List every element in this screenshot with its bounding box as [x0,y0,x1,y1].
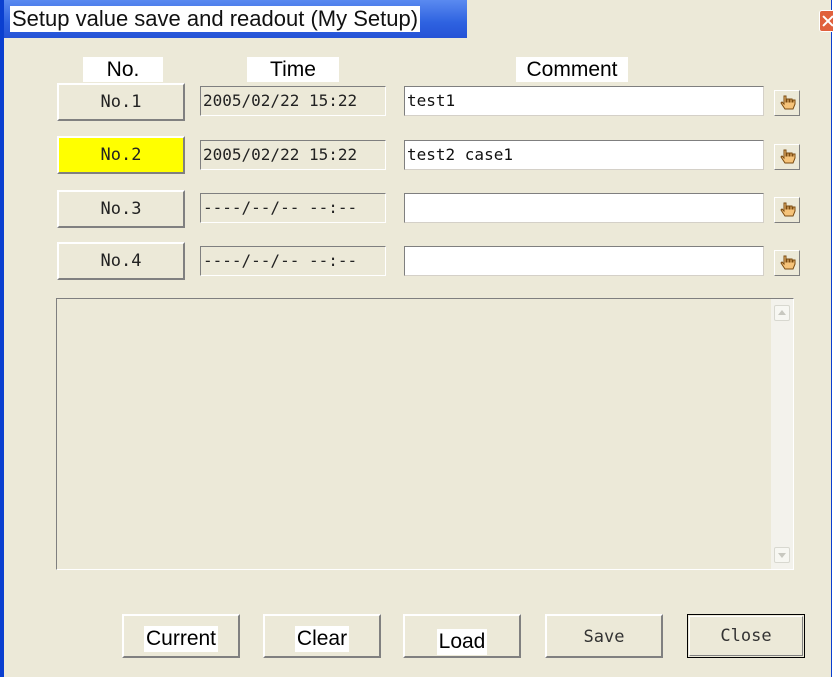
window-title: Setup value save and readout (My Setup) [10,6,421,32]
slot-edit-button-3[interactable] [774,197,800,223]
slot-comment-input-1[interactable]: test1 [404,86,764,116]
title-bar[interactable]: Setup value save and readout (My Setup) [4,0,833,38]
vertical-scrollbar[interactable] [771,299,793,569]
slot-edit-button-2[interactable] [774,144,800,170]
scroll-up-arrow-icon[interactable] [774,305,790,321]
clear-button[interactable]: Clear [263,614,381,658]
setup-dialog: Setup value save and readout (My Setup) … [0,0,833,677]
column-header-time: Time [247,57,339,82]
slot-time-2: 2005/02/22 15:22 [200,140,386,170]
save-button-label: Save [583,627,625,647]
slot-edit-button-4[interactable] [774,250,800,276]
slot-comment-input-3[interactable] [404,193,764,223]
close-button-label: Close [720,626,772,646]
scroll-down-arrow-icon[interactable] [774,547,790,563]
pointing-hand-icon [780,202,796,217]
save-button[interactable]: Save [545,614,663,658]
slot-time-3: ----/--/-- --:-- [200,193,386,223]
column-header-comment: Comment [516,57,628,82]
close-button[interactable]: Close [687,614,805,658]
clear-button-label: Clear [294,626,350,652]
slot-time-4: ----/--/-- --:-- [200,246,386,276]
detail-text-area[interactable] [56,298,794,570]
slot-button-4[interactable]: No.4 [57,242,185,280]
slot-time-1: 2005/02/22 15:22 [200,86,386,116]
current-button-label: Current [143,626,219,652]
pointing-hand-icon [780,255,796,270]
slot-comment-input-4[interactable] [404,246,764,276]
load-button-label: Load [436,629,488,655]
slot-button-1[interactable]: No.1 [57,83,185,121]
slot-comment-input-2[interactable]: test2 case1 [404,140,764,170]
load-button[interactable]: Load [403,614,521,658]
window-close-icon[interactable] [819,10,833,32]
slot-button-3[interactable]: No.3 [57,190,185,228]
slot-edit-button-1[interactable] [774,90,800,116]
slot-button-2[interactable]: No.2 [57,136,185,174]
pointing-hand-icon [780,95,796,110]
pointing-hand-icon [780,149,796,164]
column-header-no: No. [83,57,163,82]
current-button[interactable]: Current [122,614,240,658]
